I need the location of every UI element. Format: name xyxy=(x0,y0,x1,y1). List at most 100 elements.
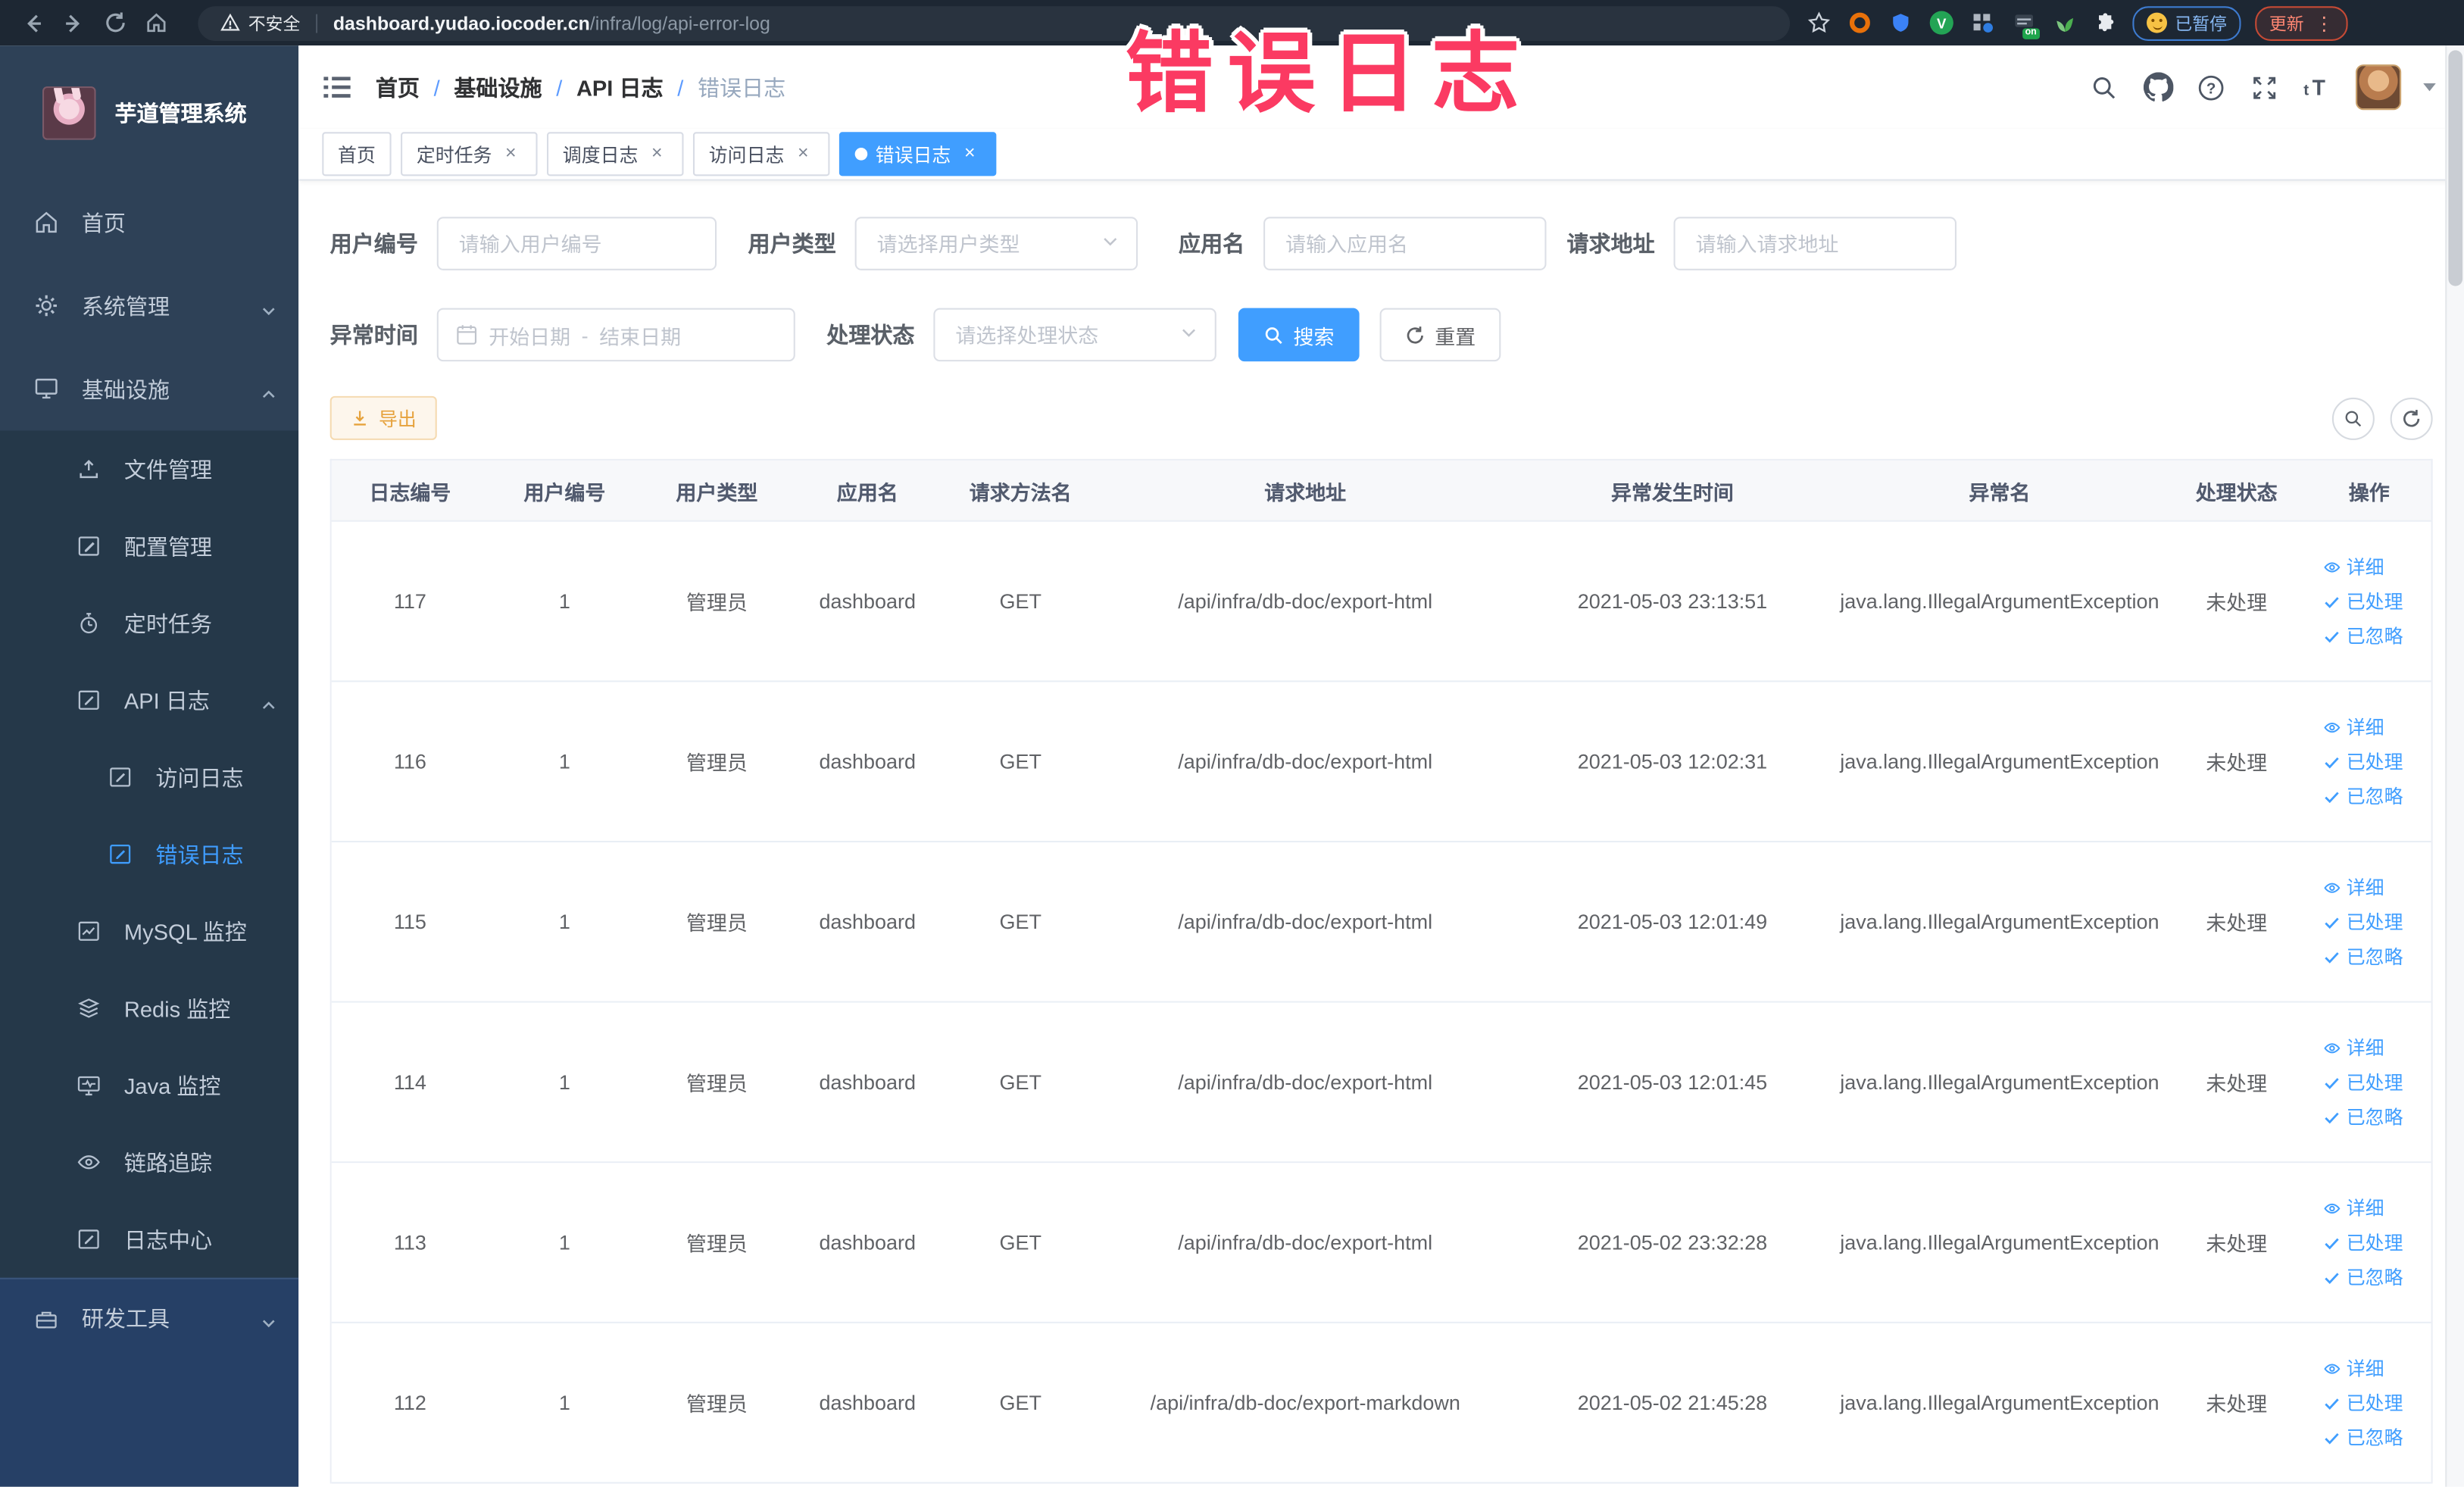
user-avatar[interactable] xyxy=(2355,64,2402,111)
mark-processed-link[interactable]: 已处理 xyxy=(2323,1069,2403,1095)
tag-dispatch-log[interactable]: 调度日志 × xyxy=(547,132,684,177)
sidebar-item-mysql-monitor[interactable]: MySQL 监控 xyxy=(0,892,298,970)
sidebar-item-system-mgmt[interactable]: 系统管理 xyxy=(0,264,298,348)
sidebar-logo[interactable]: 芋道管理系统 xyxy=(0,45,298,180)
extension-leaf-icon[interactable] xyxy=(2050,9,2077,36)
bookmark-star-icon[interactable] xyxy=(1806,9,1832,36)
check-icon xyxy=(2325,951,2339,963)
detail-link[interactable]: 详细 xyxy=(2323,714,2384,740)
reset-button[interactable]: 重置 xyxy=(1379,308,1501,362)
sidebar-item-error-log[interactable]: 错误日志 xyxy=(0,816,298,893)
mark-processed-link[interactable]: 已处理 xyxy=(2323,748,2403,775)
detail-link[interactable]: 详细 xyxy=(2323,874,2384,901)
sidebar-item-redis-monitor[interactable]: Redis 监控 xyxy=(0,970,298,1047)
check-icon xyxy=(2325,1237,2339,1249)
tag-scheduled-jobs[interactable]: 定时任务 × xyxy=(401,132,538,177)
user-type-select[interactable] xyxy=(854,217,1138,270)
breadcrumb: 首页 / 基础设施 / API 日志 / 错误日志 xyxy=(376,71,785,102)
process-status-select-input[interactable] xyxy=(952,321,1171,348)
browser-back-button[interactable] xyxy=(13,5,54,40)
detail-link[interactable]: 详细 xyxy=(2323,1034,2384,1061)
gear-icon xyxy=(33,292,60,319)
extension-on-icon[interactable]: on xyxy=(2010,9,2040,39)
extension-green-v-icon[interactable]: V xyxy=(1928,9,1955,36)
avatar-caret-icon[interactable] xyxy=(2423,83,2436,92)
user-type-select-input[interactable] xyxy=(873,230,1092,258)
col-actions: 操作 xyxy=(2348,480,2390,504)
security-warning[interactable]: 不安全 xyxy=(220,10,300,35)
tag-home[interactable]: 首页 xyxy=(322,132,392,177)
active-dot xyxy=(854,148,868,161)
mark-ignored-link[interactable]: 已忽略 xyxy=(2323,1424,2403,1451)
close-icon[interactable]: × xyxy=(646,142,668,165)
table-toolbar: 导出 xyxy=(329,395,2433,440)
extension-shield-icon[interactable] xyxy=(1888,9,1914,36)
browser-forward-button[interactable] xyxy=(54,5,95,40)
search-icon[interactable] xyxy=(2088,71,2119,102)
sidebar-item-dev-tools[interactable]: 研发工具 xyxy=(0,1279,298,1358)
extension-grid-icon[interactable] xyxy=(1969,9,1996,36)
table-row: 117 1 管理员 dashboard GET /api/infra/db-do… xyxy=(331,521,2431,683)
toggle-search-button[interactable] xyxy=(2331,396,2375,439)
mark-ignored-link[interactable]: 已忽略 xyxy=(2323,1264,2403,1290)
extension-orange-icon[interactable] xyxy=(1847,9,1873,36)
page-url[interactable]: dashboard.yudao.iocoder.cn/infra/log/api… xyxy=(333,12,770,34)
detail-link[interactable]: 详细 xyxy=(2323,553,2384,579)
sidebar-item-api-log[interactable]: API 日志 xyxy=(0,661,298,739)
sidebar-item-access-log[interactable]: 访问日志 xyxy=(0,739,298,816)
mark-processed-link[interactable]: 已处理 xyxy=(2323,1229,2403,1255)
tag-error-log[interactable]: 错误日志 × xyxy=(839,132,997,177)
close-icon[interactable]: × xyxy=(792,142,814,165)
profile-paused-badge[interactable]: 已暂停 xyxy=(2132,5,2241,40)
close-icon[interactable]: × xyxy=(959,142,981,165)
detail-link[interactable]: 详细 xyxy=(2323,1354,2384,1381)
mark-ignored-link[interactable]: 已忽略 xyxy=(2323,943,2403,970)
font-size-icon[interactable]: tT xyxy=(2302,71,2333,102)
sidebar-item-java-monitor[interactable]: Java 监控 xyxy=(0,1047,298,1124)
extensions-puzzle-icon[interactable] xyxy=(2091,9,2118,36)
close-icon[interactable]: × xyxy=(500,142,522,165)
detail-link[interactable]: 详细 xyxy=(2323,1195,2384,1221)
hamburger-icon[interactable] xyxy=(298,74,376,101)
tag-access-log[interactable]: 访问日志 × xyxy=(693,132,830,177)
browser-home-button[interactable] xyxy=(135,5,176,40)
export-button[interactable]: 导出 xyxy=(329,395,437,440)
chevron-down-icon xyxy=(261,1310,276,1328)
breadcrumb-separator: / xyxy=(556,74,563,100)
browser-update-button[interactable]: 更新 ⋮ xyxy=(2255,5,2348,40)
check-icon xyxy=(2325,791,2339,803)
date-range-picker[interactable]: 开始日期 - 结束日期 xyxy=(436,308,795,362)
process-status-select[interactable] xyxy=(933,308,1216,362)
mark-ignored-link[interactable]: 已忽略 xyxy=(2323,1103,2403,1129)
browser-menu-icon[interactable]: ⋮ xyxy=(2315,14,2334,33)
mark-processed-link[interactable]: 已处理 xyxy=(2323,1389,2403,1416)
sidebar-item-file-mgmt[interactable]: 文件管理 xyxy=(0,430,298,508)
breadcrumb-infrastructure[interactable]: 基础设施 xyxy=(454,71,542,102)
chart-icon xyxy=(76,918,102,945)
breadcrumb-home[interactable]: 首页 xyxy=(376,71,420,102)
mark-processed-link[interactable]: 已处理 xyxy=(2323,588,2403,614)
request-url-input[interactable] xyxy=(1692,230,1938,258)
window-scrollbar[interactable] xyxy=(2445,45,2464,1487)
user-id-input[interactable] xyxy=(455,230,698,258)
scrollbar-thumb[interactable] xyxy=(2448,50,2463,286)
help-icon[interactable]: ? xyxy=(2195,71,2226,102)
refresh-table-button[interactable] xyxy=(2390,396,2433,439)
sidebar-item-tracing[interactable]: 链路追踪 xyxy=(0,1123,298,1201)
sidebar-item-infrastructure[interactable]: 基础设施 xyxy=(0,348,298,431)
browser-reload-button[interactable] xyxy=(94,5,135,40)
browser-address-bar[interactable]: 不安全 dashboard.yudao.iocoder.cn/infra/log… xyxy=(198,5,1791,40)
sidebar-item-home[interactable]: 首页 xyxy=(0,181,298,264)
github-icon[interactable] xyxy=(2142,71,2173,102)
sidebar-item-log-center[interactable]: 日志中心 xyxy=(0,1201,298,1278)
sidebar-item-scheduled-jobs[interactable]: 定时任务 xyxy=(0,585,298,662)
mark-processed-link[interactable]: 已处理 xyxy=(2323,908,2403,935)
sidebar-item-config-mgmt[interactable]: 配置管理 xyxy=(0,508,298,585)
table-row: 112 1 管理员 dashboard GET /api/infra/db-do… xyxy=(331,1323,2431,1484)
mark-ignored-link[interactable]: 已忽略 xyxy=(2323,623,2403,649)
fullscreen-icon[interactable] xyxy=(2249,71,2280,102)
mark-ignored-link[interactable]: 已忽略 xyxy=(2323,783,2403,809)
breadcrumb-api-log[interactable]: API 日志 xyxy=(576,71,664,102)
search-button[interactable]: 搜索 xyxy=(1238,308,1360,362)
app-name-input[interactable] xyxy=(1282,230,1528,258)
